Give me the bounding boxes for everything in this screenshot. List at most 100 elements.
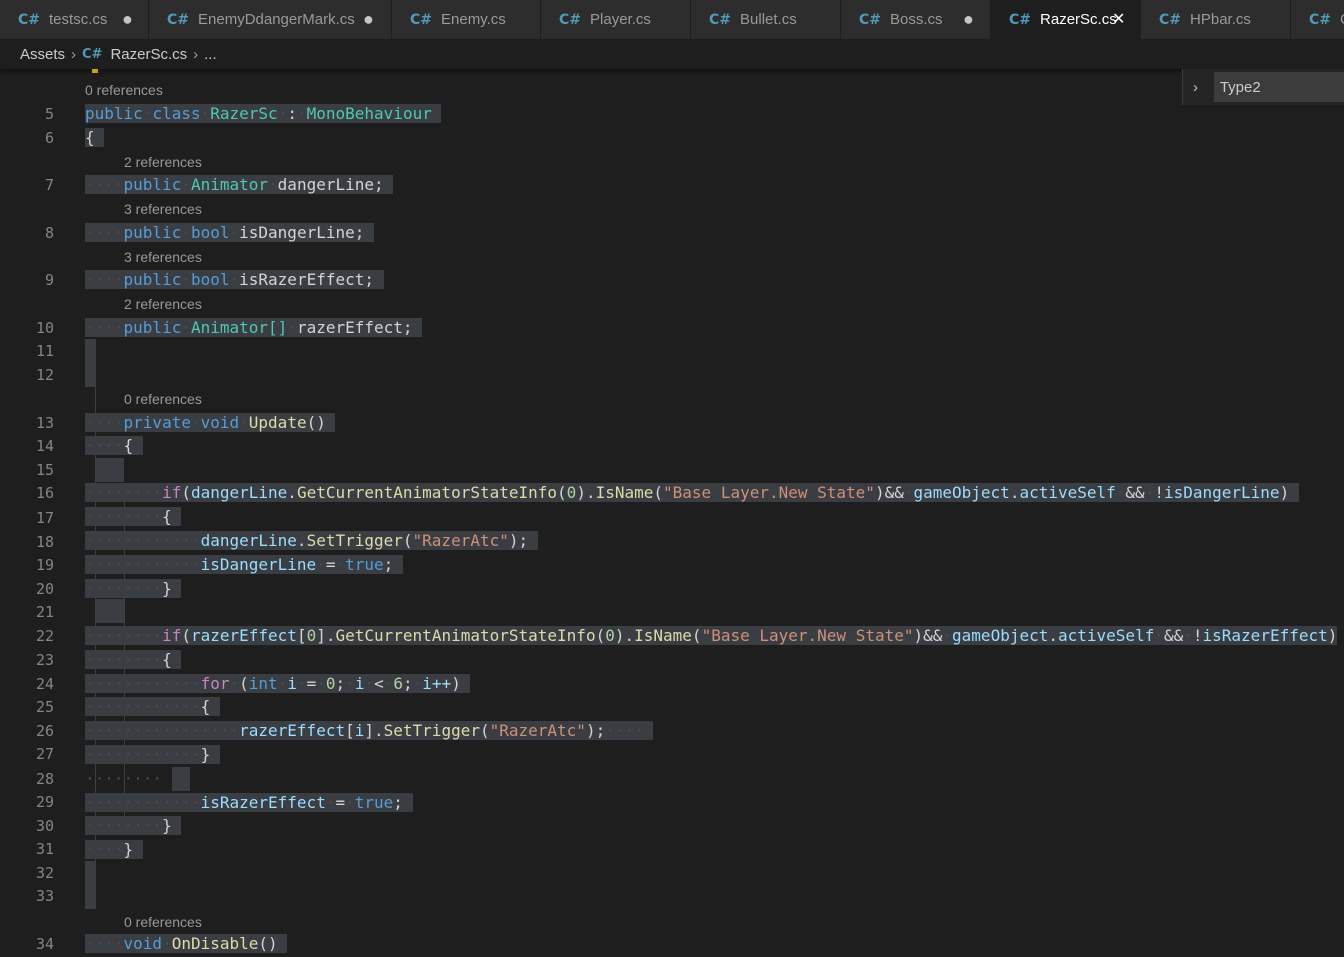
csharp-file-icon: C#: [859, 11, 882, 28]
code-line[interactable]: ········{: [85, 648, 182, 672]
modified-dot-icon[interactable]: ●: [122, 9, 133, 30]
csharp-file-icon: C#: [18, 11, 41, 28]
line-number: 20: [35, 580, 54, 598]
breadcrumb-file[interactable]: RazerSc.cs: [110, 46, 187, 63]
line-number: 25: [35, 698, 54, 716]
tab-hpbar[interactable]: C# HPbar.cs: [1141, 0, 1291, 39]
codelens-references[interactable]: 0 references: [124, 913, 202, 931]
code-token: true: [345, 555, 384, 574]
line-number: 16: [35, 484, 54, 502]
codelens-references[interactable]: 3 references: [124, 248, 202, 266]
code-line[interactable]: ····{: [85, 434, 143, 458]
selection-block: [85, 861, 96, 909]
sticky-scroll-label: Type2: [1219, 78, 1261, 96]
line-number: 21: [35, 603, 54, 621]
code-token: int: [248, 674, 278, 693]
code-token: ;: [403, 674, 413, 693]
breadcrumb-symbol[interactable]: ...: [204, 46, 217, 63]
code-line[interactable]: ····private·void·Update(): [85, 411, 336, 435]
tab-overflow[interactable]: C# C: [1291, 0, 1344, 39]
codelens-references[interactable]: 2 references: [124, 153, 202, 171]
code-line[interactable]: {: [85, 126, 105, 150]
tab-label: Enemy.cs: [441, 11, 506, 28]
code-line[interactable]: ····void·OnDisable(): [85, 932, 288, 956]
code-line[interactable]: ····}: [85, 838, 143, 862]
code-editor[interactable]: 5 6 7 8 9 10 11 12 13 14 15 16 17 18 19 …: [0, 69, 1344, 957]
code-token: i: [287, 674, 297, 693]
code-token: class: [152, 104, 201, 123]
code-line[interactable]: ········}: [85, 577, 182, 601]
modified-dot-icon[interactable]: ●: [963, 9, 974, 30]
code-line[interactable]: ········}: [85, 814, 182, 838]
code-token: {: [85, 128, 95, 147]
tab-player[interactable]: C# Player.cs: [541, 0, 691, 39]
codelens-references[interactable]: 2 references: [124, 295, 202, 313]
modified-dot-icon[interactable]: ●: [363, 9, 374, 30]
code-token: isRazerEffect: [239, 270, 365, 289]
code-token: ].: [316, 626, 336, 645]
code-token: i: [354, 674, 365, 693]
code-line[interactable]: ············dangerLine.SetTrigger("Razer…: [85, 529, 538, 553]
code-token: if: [162, 626, 182, 645]
code-token: )&&: [874, 483, 904, 502]
code-line[interactable]: ····public·Animator[]·razerEffect;: [85, 316, 423, 340]
code-line[interactable]: ····public·bool·isDangerLine;: [85, 221, 375, 245]
code-token: &&: [1125, 483, 1145, 502]
tab-bullet[interactable]: C# Bullet.cs: [691, 0, 841, 39]
csharp-file-icon: C#: [167, 11, 190, 28]
tab-razersc[interactable]: C# RazerSc.cs ✕: [991, 0, 1141, 39]
code-line[interactable]: ····public·bool·isRazerEffect;: [85, 268, 384, 292]
code-token: isDangerLine: [239, 223, 355, 242]
code-line[interactable]: ············{: [85, 695, 220, 719]
code-line[interactable]: public·class·RazerSc·:·MonoBehaviour: [85, 102, 442, 126]
code-token: {: [162, 507, 172, 526]
sticky-scroll-item[interactable]: Type2: [1213, 72, 1344, 102]
code-token: !: [1192, 626, 1203, 645]
code-token: OnDisable: [171, 934, 259, 953]
code-token: }: [123, 840, 134, 859]
code-token: ;: [354, 223, 365, 242]
code-token: gameObject: [952, 626, 1049, 645]
code-token: GetCurrentAnimatorStateInfo: [296, 483, 558, 502]
codelens-references[interactable]: 0 references: [124, 390, 202, 408]
tab-enemy[interactable]: C# Enemy.cs: [392, 0, 541, 39]
chevron-right-icon[interactable]: ›: [1193, 79, 1208, 96]
code-token: "Base Layer.New State": [663, 483, 875, 502]
code-token: MonoBehaviour: [306, 104, 432, 123]
code-line[interactable]: ············isRazerEffect·=·true;: [85, 791, 413, 815]
tab-enemyddangermark[interactable]: C# EnemyDdangerMark.cs ●: [149, 0, 392, 39]
code-line[interactable]: ········if(dangerLine.GetCurrentAnimator…: [85, 481, 1299, 505]
code-line[interactable]: ········if(razerEffect[0].GetCurrentAnim…: [85, 624, 1338, 648]
line-number: 32: [35, 864, 54, 882]
code-line[interactable]: ············}: [85, 743, 220, 767]
csharp-file-icon: C#: [1159, 11, 1182, 28]
code-line[interactable]: ········: [85, 767, 162, 791]
sticky-scroll-panel[interactable]: › Type2: [1182, 69, 1344, 105]
code-line[interactable]: ····public·Animator·dangerLine;: [85, 173, 394, 197]
tab-boss[interactable]: C# Boss.cs ●: [841, 0, 991, 39]
scrollbar-marker: [92, 69, 98, 73]
code-line[interactable]: ················razerEffect[i].SetTrigge…: [85, 719, 654, 743]
code-token: )&&: [913, 626, 943, 645]
code-token: );: [508, 531, 529, 550]
code-token: public: [123, 270, 182, 289]
code-token: ;: [374, 175, 384, 194]
code-token: 0: [566, 483, 577, 502]
code-line[interactable]: ········{: [85, 505, 182, 529]
csharp-file-icon: C#: [559, 11, 582, 28]
code-token: }: [162, 816, 172, 835]
code-token: (: [181, 483, 191, 502]
codelens-references[interactable]: 3 references: [124, 200, 202, 218]
code-token: Update: [248, 413, 307, 432]
breadcrumb-assets[interactable]: Assets: [20, 46, 65, 63]
codelens-references[interactable]: 0 references: [85, 81, 163, 99]
close-icon[interactable]: ✕: [1112, 9, 1125, 29]
tab-label: HPbar.cs: [1190, 11, 1251, 28]
code-token: "RazerAtc": [489, 721, 586, 740]
tab-testsc[interactable]: C# testsc.cs ●: [0, 0, 149, 39]
code-token: ): [1279, 483, 1290, 502]
line-number: 27: [35, 745, 54, 763]
code-token: :: [287, 104, 297, 123]
code-line[interactable]: ············isDangerLine·=·true;: [85, 553, 403, 577]
code-line[interactable]: ············for·(int·i·=·0;·i·<·6;·i++): [85, 672, 471, 696]
